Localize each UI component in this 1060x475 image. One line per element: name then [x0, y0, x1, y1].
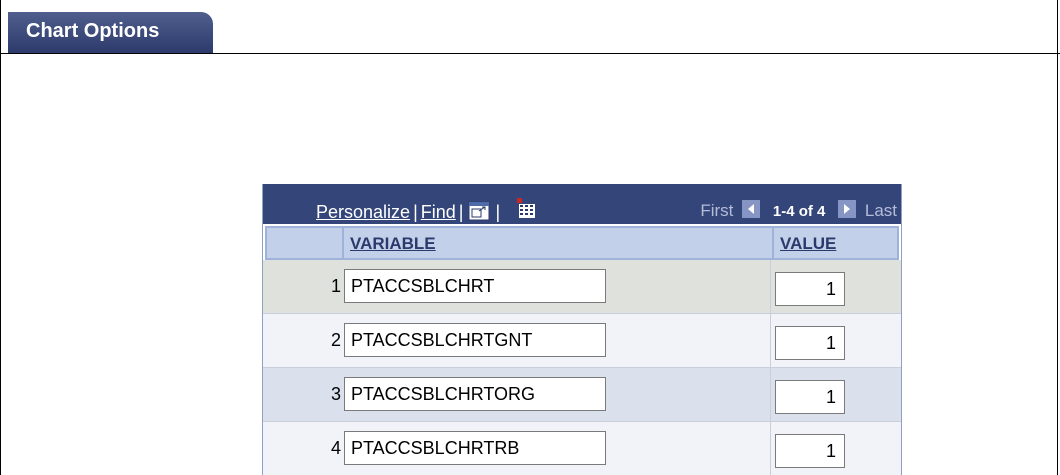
- row-number-header: [267, 228, 344, 258]
- tab-underline: [0, 53, 1060, 54]
- value-column-header[interactable]: VALUE: [780, 234, 836, 254]
- value-input[interactable]: [775, 434, 845, 468]
- grid-toolbar-links: Personalize | Find | |: [316, 198, 537, 223]
- table-row: 4: [263, 422, 901, 475]
- separator: |: [458, 202, 464, 222]
- tab-chart-options[interactable]: Chart Options: [8, 12, 213, 54]
- variable-input[interactable]: [344, 323, 606, 357]
- variables-grid: Personalize | Find | | First 1-4 of 4 Last V…: [262, 184, 902, 475]
- row-number: 3: [330, 384, 341, 404]
- value-header-cell: VALUE: [774, 228, 899, 258]
- value-input[interactable]: [775, 326, 845, 360]
- table-row: 3: [263, 368, 901, 422]
- table-row: 2: [263, 314, 901, 368]
- variable-input[interactable]: [344, 377, 606, 411]
- grid-navigation-bar: Personalize | Find | | First 1-4 of 4 Last: [263, 184, 901, 224]
- zoom-icon[interactable]: [468, 201, 490, 221]
- separator: |: [413, 202, 418, 222]
- table-row: 1: [263, 260, 901, 314]
- first-arrow-icon: [742, 200, 761, 218]
- last-link: Last: [864, 201, 897, 220]
- variable-input[interactable]: [344, 431, 606, 465]
- value-input[interactable]: [775, 380, 845, 414]
- variable-input[interactable]: [344, 269, 606, 303]
- next-arrow-icon: [838, 200, 857, 218]
- variable-header-cell: VARIABLE: [344, 228, 774, 258]
- grid-pager: First 1-4 of 4 Last: [700, 200, 897, 221]
- download-grid-icon[interactable]: [517, 198, 537, 220]
- row-number: 4: [330, 438, 341, 458]
- row-number: 1: [330, 276, 341, 296]
- separator: |: [495, 202, 501, 222]
- row-count: 1-4 of 4: [772, 203, 826, 220]
- grid-header-row: VARIABLE VALUE: [265, 226, 899, 260]
- value-input[interactable]: [775, 272, 845, 306]
- row-number: 2: [330, 330, 341, 350]
- find-link[interactable]: Find: [421, 202, 456, 222]
- first-link: First: [700, 201, 734, 220]
- tab-strip: Chart Options: [0, 0, 1060, 54]
- personalize-link[interactable]: Personalize: [316, 202, 410, 222]
- variable-column-header[interactable]: VARIABLE: [350, 234, 436, 254]
